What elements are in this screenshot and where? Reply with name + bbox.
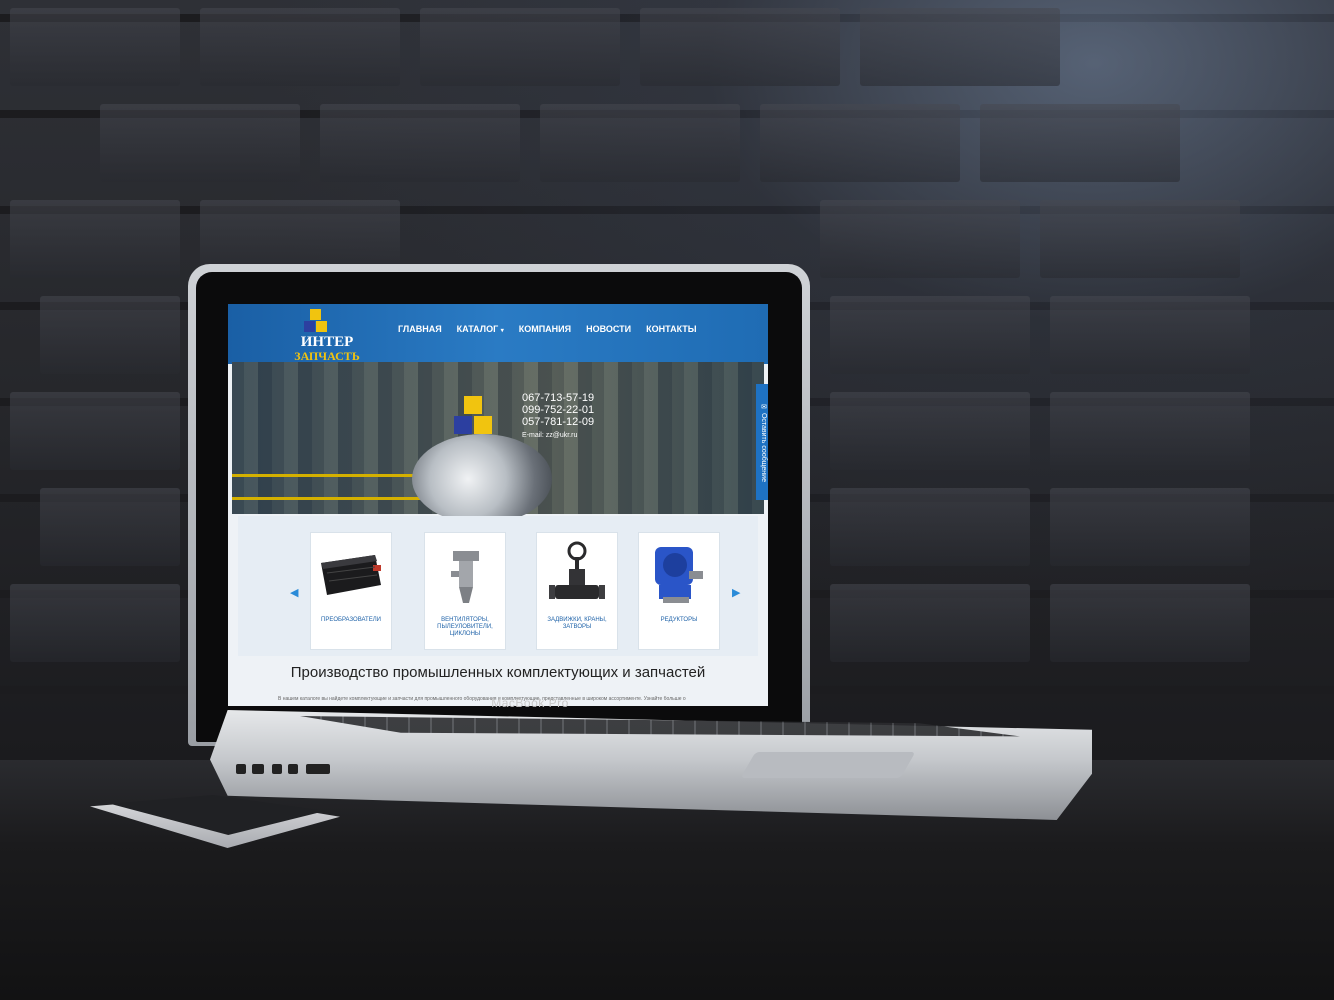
laptop-trackpad <box>740 752 916 778</box>
card-label: РЕДУКТОРЫ <box>660 617 698 623</box>
phone-number[interactable]: 099-752-22-01 <box>522 404 594 416</box>
card-label: ЗАДВИЖКИ, КРАНЫ, ЗАТВОРЫ <box>547 617 607 630</box>
nav-item-catalog[interactable]: КАТАЛОГ ▾ <box>457 324 504 334</box>
catalog-carousel: ◀ ▶ ПРЕОБРАЗОВАТЕЛИ ВЕНТИЛЯТОРЫ, ПЫЛЕУЛО… <box>238 516 758 656</box>
gearbox-icon <box>645 541 713 611</box>
card-label: ВЕНТИЛЯТОРЫ, ПЫЛЕУЛОВИТЕЛИ, ЦИКЛОНЫ <box>437 617 493 637</box>
main-nav: ГЛАВНАЯ КАТАЛОГ ▾ КОМПАНИЯ НОВОСТИ КОНТА… <box>398 324 697 334</box>
email-link[interactable]: E-mail: zz@ukr.ru <box>522 430 594 442</box>
nav-item-contacts[interactable]: КОНТАКТЫ <box>646 324 696 334</box>
nav-item-news[interactable]: НОВОСТИ <box>586 324 631 334</box>
nav-item-company[interactable]: КОМПАНИЯ <box>519 324 571 334</box>
phone-number[interactable]: 057-781-12-09 <box>522 416 594 428</box>
steel-coil-image <box>412 434 552 524</box>
card-label: ПРЕОБРАЗОВАТЕЛИ <box>321 617 381 623</box>
valve-icon <box>543 541 611 611</box>
cyclone-icon <box>431 541 499 611</box>
inverter-icon <box>317 541 385 611</box>
carousel-card[interactable]: ЗАДВИЖКИ, КРАНЫ, ЗАТВОРЫ <box>536 532 618 650</box>
page-headline: Производство промышленных комплектующих … <box>290 664 706 681</box>
chat-icon: ✉ <box>760 402 767 411</box>
hero-cubes-icon <box>454 396 494 440</box>
feedback-tab[interactable]: ✉ Оставить сообщение <box>756 384 768 500</box>
carousel-card[interactable]: ВЕНТИЛЯТОРЫ, ПЫЛЕУЛОВИТЕЛИ, ЦИКЛОНЫ <box>424 532 506 650</box>
chevron-left-icon[interactable]: ◀ <box>290 586 298 599</box>
nav-item-catalog-label: КАТАЛОГ <box>456 324 499 334</box>
feedback-tab-label: Оставить сообщение <box>760 412 767 482</box>
site-header: ИНТЕР ЗАПЧАСТЬ ГЛАВНАЯ КАТАЛОГ ▾ КОМПАНИ… <box>228 304 768 364</box>
hero-railing <box>232 474 432 500</box>
hero-contacts: 067-713-57-19 099-752-22-01 057-781-12-0… <box>522 392 594 442</box>
nav-item-home[interactable]: ГЛАВНАЯ <box>398 324 442 334</box>
chevron-right-icon[interactable]: ▶ <box>732 586 740 599</box>
chevron-down-icon: ▾ <box>500 328 504 334</box>
laptop-brand-label: MacBook Pro <box>491 696 569 710</box>
cubes-logo-icon[interactable] <box>304 309 328 333</box>
hero-banner: 067-713-57-19 099-752-22-01 057-781-12-0… <box>232 362 764 524</box>
laptop-screen: ИНТЕР ЗАПЧАСТЬ ГЛАВНАЯ КАТАЛОГ ▾ КОМПАНИ… <box>228 304 768 706</box>
carousel-card[interactable]: РЕДУКТОРЫ <box>638 532 720 650</box>
laptop-ports <box>228 760 358 784</box>
phone-number[interactable]: 067-713-57-19 <box>522 392 594 404</box>
carousel-card[interactable]: ПРЕОБРАЗОВАТЕЛИ <box>310 532 392 650</box>
